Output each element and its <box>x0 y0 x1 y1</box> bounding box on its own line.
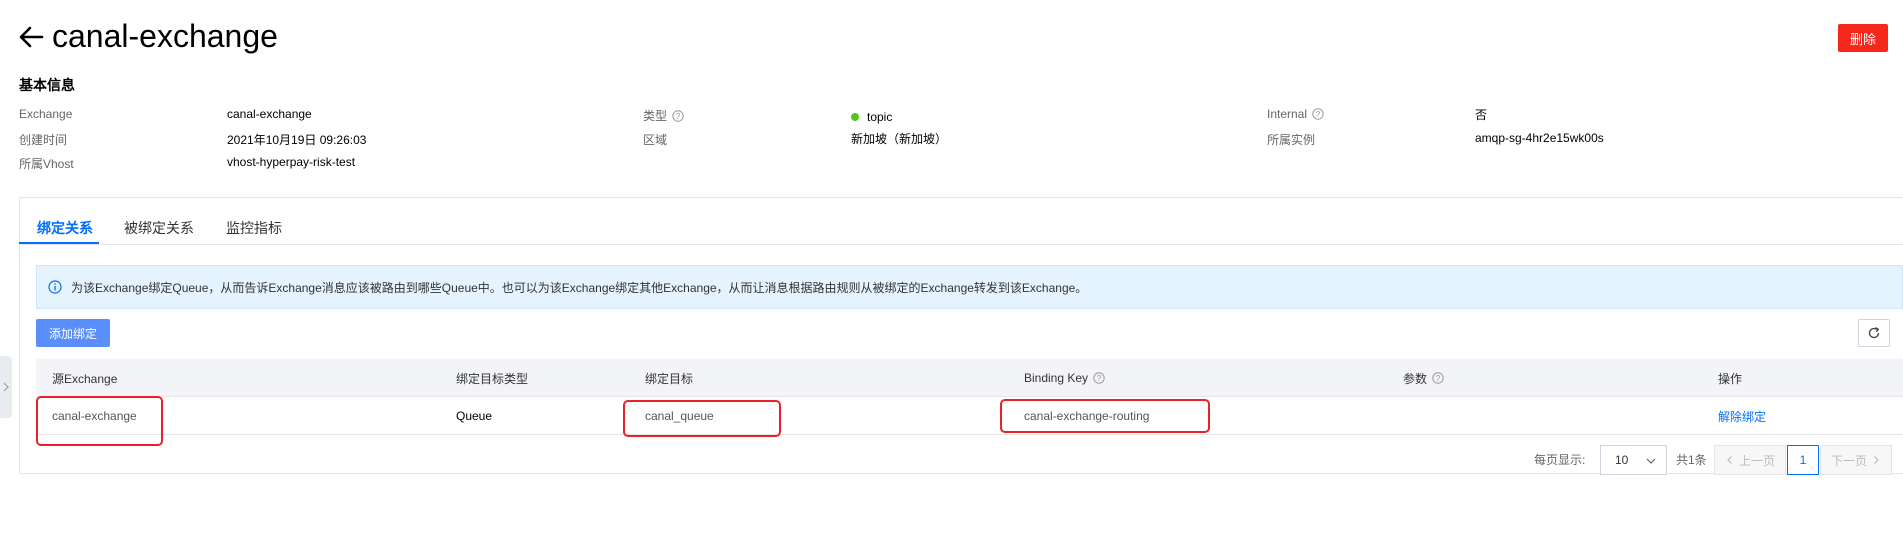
page-title: canal-exchange <box>52 18 278 54</box>
help-icon[interactable]: ? <box>1093 372 1105 384</box>
page-size-label: 每页显示: <box>1534 453 1586 467</box>
tab-bindings[interactable]: 绑定关系 <box>37 218 93 238</box>
cell-target-type: Queue <box>456 409 493 423</box>
tabs-divider <box>19 244 1903 245</box>
internal-value: 否 <box>1475 108 1488 122</box>
delete-button[interactable]: 删除 <box>1838 24 1888 52</box>
basic-info-title: 基本信息 <box>19 77 75 93</box>
column-params: 参数 ? <box>1403 359 1444 397</box>
instance-label: 所属实例 <box>1267 133 1316 147</box>
exchange-value: canal-exchange <box>227 107 312 121</box>
info-notice: 为该Exchange绑定Queue，从而告诉Exchange消息应该被路由到哪些… <box>36 265 1903 309</box>
exchange-label: Exchange <box>19 107 73 121</box>
column-target: 绑定目标 <box>645 371 694 386</box>
svg-text:?: ? <box>676 112 681 121</box>
highlight-box-source <box>36 396 163 446</box>
page-size-select[interactable]: 10 <box>1600 445 1667 475</box>
refresh-button[interactable] <box>1858 319 1890 347</box>
chevron-down-icon <box>1646 458 1656 464</box>
tab-bound-by[interactable]: 被绑定关系 <box>124 218 194 238</box>
total-count: 共1条 <box>1676 453 1707 467</box>
status-dot <box>851 113 859 121</box>
svg-text:?: ? <box>1097 374 1102 383</box>
info-icon <box>48 280 62 294</box>
refresh-icon <box>1868 327 1880 339</box>
help-icon[interactable]: ? <box>1312 108 1324 120</box>
region-value: 新加坡（新加坡） <box>851 132 948 146</box>
region-label: 区域 <box>643 133 668 147</box>
tab-monitoring[interactable]: 监控指标 <box>226 218 282 238</box>
help-icon[interactable]: ? <box>672 109 684 122</box>
vhost-value: vhost-hyperpay-risk-test <box>227 155 356 169</box>
table-header: 源Exchange 绑定目标类型 绑定目标 Binding Key ? 参数 ?… <box>36 359 1903 397</box>
notice-text: 为该Exchange绑定Queue，从而告诉Exchange消息应该被路由到哪些… <box>71 280 1088 295</box>
chevron-right-icon <box>1874 456 1879 464</box>
add-binding-button[interactable]: 添加绑定 <box>36 319 110 347</box>
svg-text:?: ? <box>1436 374 1441 383</box>
instance-value: amqp-sg-4hr2e15wk00s <box>1475 131 1604 145</box>
type-label: 类型 ? <box>643 107 684 124</box>
column-target-type: 绑定目标类型 <box>456 371 529 386</box>
active-tab-indicator <box>19 242 99 244</box>
chevron-left-icon <box>1727 456 1732 464</box>
type-value: topic <box>851 110 892 124</box>
page-number-1[interactable]: 1 <box>1787 445 1819 475</box>
column-binding-key: Binding Key ? <box>1024 359 1105 397</box>
chevron-right-icon <box>3 382 9 392</box>
column-actions: 操作 <box>1718 371 1743 386</box>
next-page-button[interactable]: 下一页 <box>1820 445 1892 475</box>
prev-page-button[interactable]: 上一页 <box>1714 445 1786 475</box>
sidebar-toggle[interactable] <box>0 356 12 418</box>
created-time-label: 创建时间 <box>19 133 68 147</box>
unbind-link[interactable]: 解除绑定 <box>1718 397 1766 435</box>
table-row: canal-exchange Queue canal_queue canal-e… <box>36 397 1903 435</box>
highlight-box-target <box>623 400 781 437</box>
internal-label: Internal ? <box>1267 107 1324 121</box>
created-time-value: 2021年10月19日 09:26:03 <box>227 133 367 147</box>
column-source-exchange: 源Exchange <box>52 371 118 386</box>
vhost-label: 所属Vhost <box>19 157 74 171</box>
svg-text:?: ? <box>1316 110 1321 119</box>
help-icon[interactable]: ? <box>1432 372 1444 384</box>
back-arrow-icon[interactable] <box>18 24 44 50</box>
highlight-box-binding-key <box>1000 399 1210 433</box>
